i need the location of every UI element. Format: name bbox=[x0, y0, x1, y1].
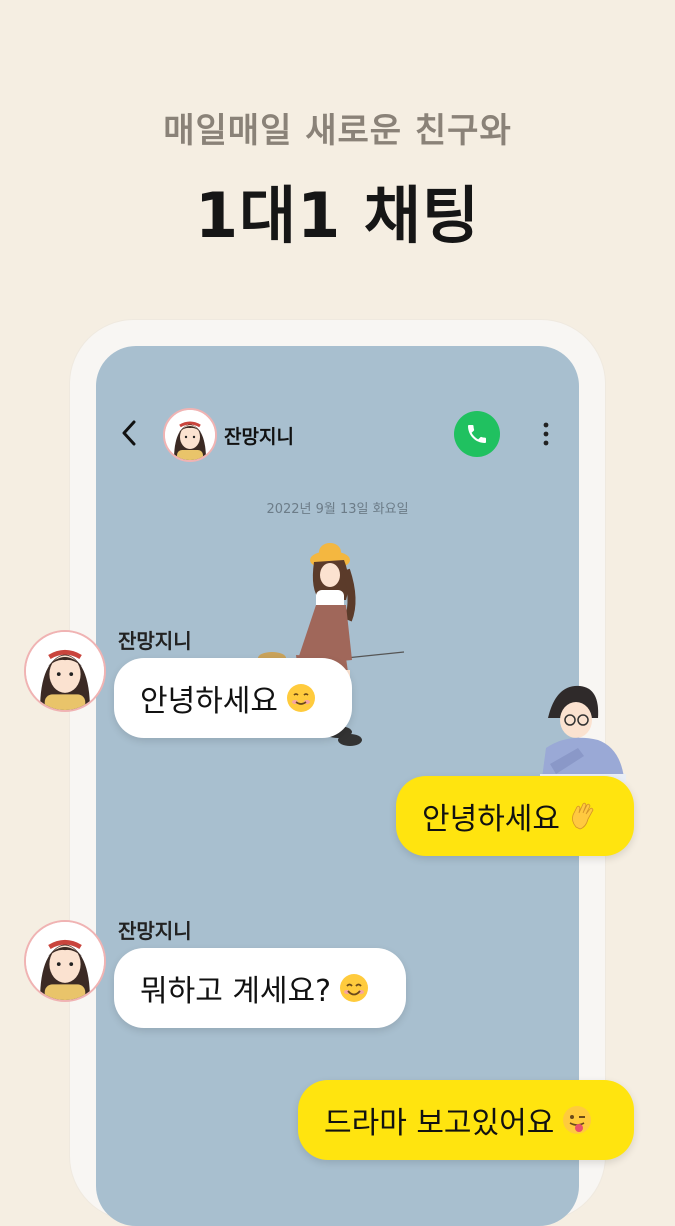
sender-name: 잔망지니 bbox=[118, 919, 192, 943]
headline-title: 1대1 채팅 bbox=[195, 179, 480, 252]
smiling-face-icon bbox=[287, 684, 315, 712]
sender-avatar[interactable] bbox=[24, 920, 106, 1002]
phone-call-icon bbox=[468, 425, 486, 443]
girl-avatar-icon bbox=[26, 922, 104, 1000]
more-options-button[interactable] bbox=[532, 418, 560, 450]
my-message-bubble[interactable]: 안녕하세요 bbox=[396, 776, 634, 856]
headline-subtitle: 매일매일 새로운 친구와 bbox=[163, 111, 512, 151]
message-bubble[interactable]: 안녕하세요 bbox=[114, 658, 352, 738]
call-button[interactable] bbox=[454, 411, 500, 457]
date-divider: 2022년 9월 13일 화요일 bbox=[266, 502, 409, 517]
girl-avatar-icon bbox=[165, 410, 215, 460]
waving-hand-icon bbox=[572, 802, 594, 830]
message-text: 안녕하세요 bbox=[422, 802, 560, 837]
back-button[interactable] bbox=[112, 416, 146, 450]
my-message-bubble[interactable]: 드라마 보고있어요 bbox=[298, 1080, 634, 1160]
girl-avatar-icon bbox=[26, 632, 104, 710]
partner-avatar[interactable] bbox=[163, 408, 217, 462]
more-vertical-icon bbox=[543, 422, 549, 446]
message-text: 뭐하고 계세요? bbox=[140, 974, 332, 1009]
partner-name: 잔망지니 bbox=[224, 426, 294, 448]
message-text: 드라마 보고있어요 bbox=[324, 1106, 555, 1141]
winking-tongue-face-icon bbox=[563, 1106, 592, 1134]
smiley-face-icon bbox=[340, 974, 369, 1002]
sender-name: 잔망지니 bbox=[118, 629, 192, 653]
message-text: 안녕하세요 bbox=[140, 684, 278, 719]
sender-avatar[interactable] bbox=[24, 630, 106, 712]
boy-leaning-illustration bbox=[540, 685, 626, 782]
message-bubble[interactable]: 뭐하고 계세요? bbox=[114, 948, 406, 1028]
back-arrow-icon bbox=[122, 420, 136, 446]
